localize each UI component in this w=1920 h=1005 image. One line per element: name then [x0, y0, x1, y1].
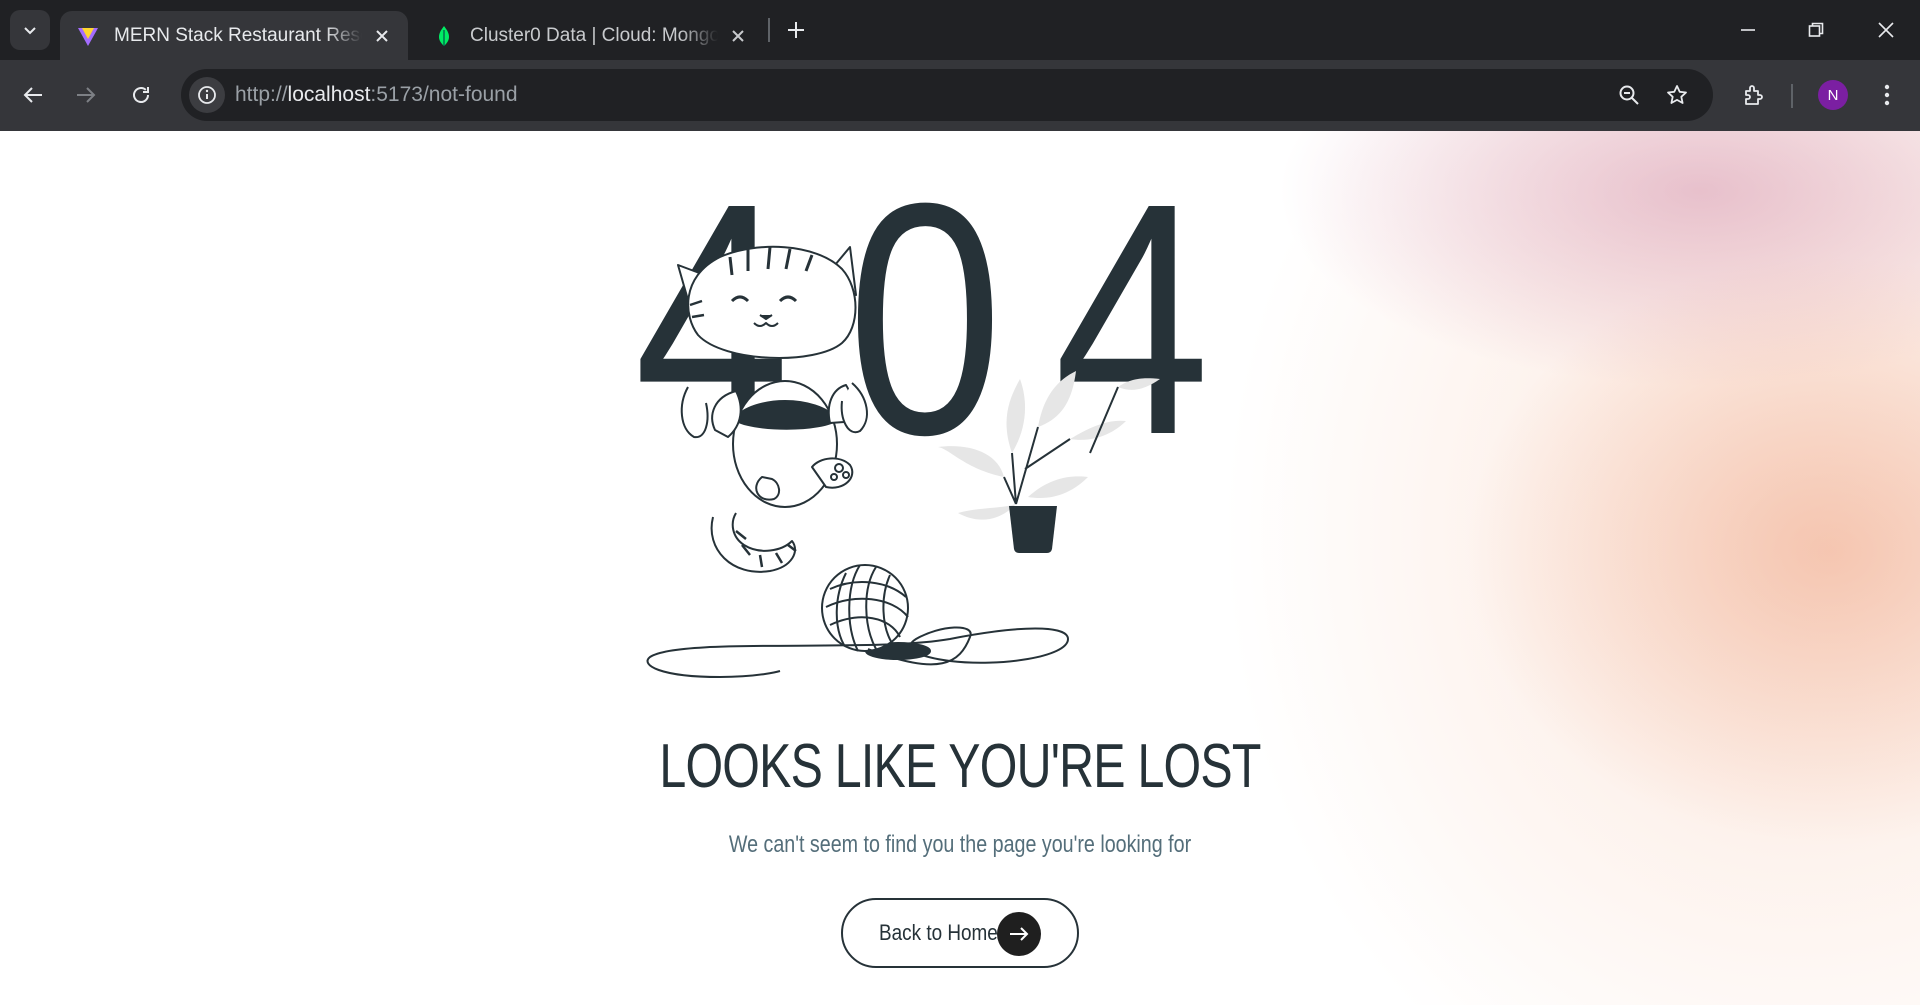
reload-button[interactable] [120, 74, 162, 116]
site-info-icon[interactable] [189, 77, 225, 113]
yarn-ball-icon [646, 564, 1070, 679]
browser-tab-strip: MERN Stack Restaurant Reservation Cluste… [0, 0, 1920, 60]
tab-search-button[interactable] [10, 10, 50, 50]
back-to-home-label: Back to Home [879, 920, 998, 945]
back-to-home-button[interactable]: Back to Home [841, 898, 1079, 968]
chevron-down-icon [24, 27, 36, 35]
vite-icon [76, 24, 100, 48]
close-icon [1878, 22, 1894, 38]
page-subtitle: We can't seem to find you the page you'r… [728, 831, 1192, 858]
bookmark-star-icon[interactable] [1659, 77, 1695, 113]
mongodb-leaf-icon [432, 24, 456, 48]
puzzle-icon [1745, 85, 1763, 105]
tab-title: Cluster0 Data | Cloud: MongoDB Cloud [470, 24, 718, 46]
minimize-icon [1741, 29, 1755, 31]
profile-avatar[interactable]: N [1818, 80, 1848, 110]
extensions-button[interactable] [1733, 74, 1775, 116]
page-viewport: 4 0 4 [0, 131, 1920, 1005]
browser-toolbar: http://localhost:5173/not-found N [0, 60, 1920, 131]
url-host: localhost [287, 83, 371, 106]
reload-icon [133, 87, 149, 103]
plus-icon [788, 22, 804, 38]
zoom-icon[interactable] [1611, 77, 1647, 113]
toolbar-divider [1791, 84, 1793, 108]
tab-divider [768, 18, 770, 42]
restore-icon [1808, 22, 1824, 37]
cat-icon [677, 245, 868, 573]
page-title: LOOKS LIKE YOU'RE LOST [659, 732, 1261, 801]
minimize-button[interactable] [1714, 0, 1782, 60]
menu-button[interactable] [1866, 74, 1908, 116]
new-tab-button[interactable] [780, 14, 812, 46]
close-tab-icon[interactable] [726, 24, 750, 48]
tab-mongodb-cluster[interactable]: Cluster0 Data | Cloud: MongoDB Cloud [416, 11, 764, 60]
restore-button[interactable] [1782, 0, 1850, 60]
arrow-right-icon [997, 912, 1041, 956]
tab-restaurant-reservation[interactable]: MERN Stack Restaurant Reservation [60, 11, 408, 60]
back-button[interactable] [12, 74, 54, 116]
close-window-button[interactable] [1852, 0, 1920, 60]
arrow-right-icon [77, 87, 96, 103]
kebab-menu-icon [1884, 84, 1890, 106]
lost-cat-illustration: 4 0 4 [634, 157, 1210, 679]
url-scheme: http:// [235, 83, 288, 106]
tab-title: MERN Stack Restaurant Reservation [114, 24, 362, 46]
arrow-left-icon [23, 87, 42, 103]
address-bar[interactable]: http://localhost:5173/not-found [181, 69, 1713, 121]
url-text[interactable]: http://localhost:5173/not-found [235, 69, 518, 121]
forward-button[interactable] [65, 74, 107, 116]
close-tab-icon[interactable] [370, 24, 394, 48]
url-path: :5173/not-found [370, 83, 518, 106]
error-digit-last: 4 [1054, 157, 1210, 503]
